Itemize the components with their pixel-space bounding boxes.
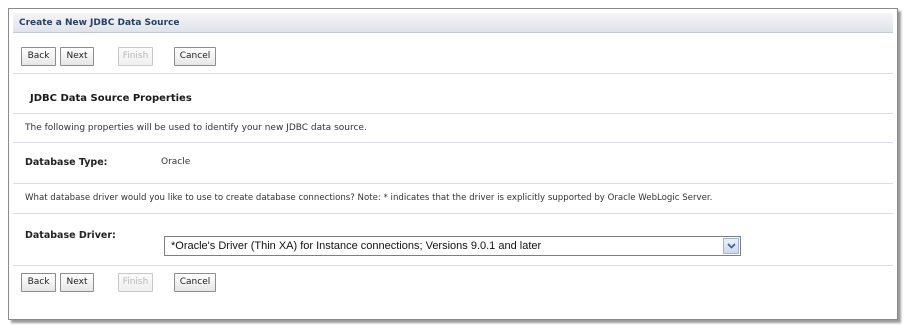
next-button-bottom[interactable]: Next	[60, 273, 94, 292]
section-description: The following properties will be used to…	[25, 123, 367, 133]
dialog-wrapper: Create a New JDBC Data Source Back Next …	[8, 8, 900, 322]
divider	[13, 265, 893, 266]
finish-button-bottom[interactable]: Finish	[118, 273, 153, 292]
divider	[13, 73, 893, 74]
next-button-top[interactable]: Next	[60, 47, 94, 66]
database-driver-select[interactable]: *Oracle's Driver (Thin XA) for Instance …	[164, 236, 741, 256]
divider	[13, 142, 893, 143]
divider	[13, 213, 893, 214]
create-jdbc-data-source-panel: Create a New JDBC Data Source Back Next …	[8, 8, 898, 320]
database-type-label: Database Type:	[25, 157, 108, 168]
chevron-down-icon[interactable]	[723, 238, 739, 254]
database-driver-label: Database Driver:	[25, 230, 116, 241]
cancel-button-bottom[interactable]: Cancel	[174, 273, 216, 292]
section-title: JDBC Data Source Properties	[30, 93, 192, 104]
panel-title: Create a New JDBC Data Source	[13, 13, 893, 33]
finish-button-top[interactable]: Finish	[118, 47, 153, 66]
back-button-top[interactable]: Back	[21, 47, 56, 66]
back-button-bottom[interactable]: Back	[21, 273, 56, 292]
database-driver-selected-value: *Oracle's Driver (Thin XA) for Instance …	[171, 240, 542, 252]
database-type-value: Oracle	[161, 157, 191, 167]
cancel-button-top[interactable]: Cancel	[174, 47, 216, 66]
divider	[13, 183, 893, 184]
driver-note: What database driver would you like to u…	[25, 193, 713, 203]
divider	[13, 113, 893, 114]
